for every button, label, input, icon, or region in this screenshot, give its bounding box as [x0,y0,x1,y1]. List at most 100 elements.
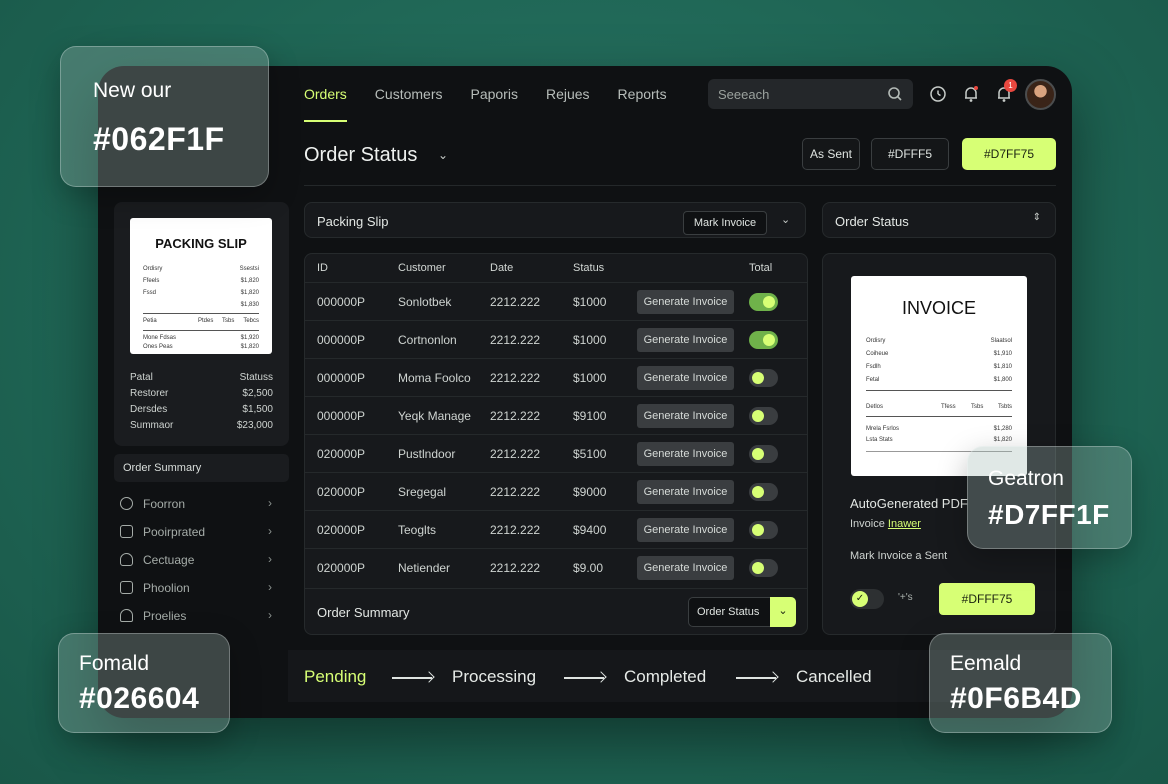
col-header-date[interactable]: Date [490,262,513,274]
order-id: 020000P [317,523,366,537]
table-row[interactable]: 000000P Sonlotbek 2212.222 $1000 Generate In… [305,282,807,320]
sidebar-item-foorron[interactable]: Foorron › [120,496,272,516]
status-step-pending[interactable]: Pending [304,667,366,687]
customer-name: Moma Foolco [398,371,471,385]
mark-sent-label: Mark Invoice a Sent [850,550,948,562]
customer-name: Yeqk Manage [398,409,471,423]
sidebar-item-phoolion[interactable]: Phoolion › [120,580,272,600]
invoice-link[interactable]: Inawer [888,518,921,530]
slip-text: Petia [143,318,157,324]
chevron-down-icon[interactable]: ⌄ [781,213,790,226]
row-toggle[interactable] [749,445,778,463]
order-amount: $9100 [573,409,607,423]
table-row[interactable]: 000000P Moma Foolco 2212.222 $1000 Generate … [305,358,807,396]
table-row[interactable]: 020000P Netiender 2212.222 $9.00 Generate In… [305,548,807,586]
row-toggle[interactable] [749,331,778,349]
order-status-dropdown[interactable]: Order Status ⌄ [688,597,796,627]
order-amount: $5100 [573,447,607,461]
page-title: Order Status [304,144,418,166]
toggle-knob [763,296,775,308]
customer-name: Teoglts [398,523,437,537]
inbox-icon [120,581,133,594]
tab-orders[interactable]: Orders [304,66,347,122]
order-amount: $1000 [573,371,607,385]
generate-invoice-button[interactable]: Generate Invoice [637,404,734,428]
header-divider [304,185,1056,186]
clock-icon[interactable] [928,84,948,104]
generate-invoice-button[interactable]: Generate Invoice [637,480,734,504]
mark-sent-toggle[interactable]: ✓ [850,589,884,609]
chevron-down-icon[interactable]: ⌄ [770,597,796,627]
generate-invoice-button[interactable]: Generate Invoice [637,290,734,314]
invoice-text: $1,280 [993,426,1012,432]
totals-value: $2,500 [242,388,273,399]
totals-value: $1,500 [242,404,273,415]
table-row[interactable]: 020000P Teoglts 2212.222 $9400 Generate Invo… [305,510,807,548]
col-header-total[interactable]: Total [749,262,772,274]
color-swatch-card: New our #062F1F [60,46,269,187]
packing-slip-preview[interactable]: PACKING SLIP Ordisry Ffeels Fssd Ssestsi… [130,218,272,354]
tab-paporis[interactable]: Paporis [470,66,517,122]
swatch-name: Eemald [950,652,1022,675]
col-header-status[interactable]: Status [573,262,604,274]
tab-reports[interactable]: Reports [618,66,667,122]
order-date: 2212.222 [490,295,541,309]
status-step-processing[interactable]: Processing [452,667,536,687]
color-button-1[interactable]: #DFFF5 [871,138,949,170]
notification-badge: 1 [1004,79,1017,92]
bell-icon[interactable] [961,84,981,104]
row-toggle[interactable] [749,559,778,577]
color-button-2[interactable]: #D7FF75 [962,138,1056,170]
slip-text: Mone Fdsas [143,335,177,341]
generate-invoice-button[interactable]: Generate Invoice [637,442,734,466]
slip-text: Ordisry [143,266,163,272]
swatch-name: New our [93,79,172,102]
table-row[interactable]: 020000P Pustlndoor 2212.222 $5100 Generate I… [305,434,807,472]
order-id: 020000P [317,561,366,575]
row-toggle[interactable] [749,369,778,387]
row-toggle[interactable] [749,407,778,425]
order-date: 2212.222 [490,333,541,347]
sidebar-item-proelies[interactable]: Proelies › [120,608,272,628]
sidebar-item-pooirprated[interactable]: Pooirprated › [120,524,272,544]
slip-text: $1,820 [240,278,259,284]
row-toggle[interactable] [749,521,778,539]
table-row[interactable]: 000000P Yeqk Manage 2212.222 $9100 Generate … [305,396,807,434]
mark-invoice-button[interactable]: Mark Invoice [683,211,767,235]
tab-customers[interactable]: Customers [375,66,443,122]
chevron-right-icon: › [268,580,272,594]
status-step-completed[interactable]: Completed [624,667,706,687]
col-header-id[interactable]: ID [317,262,328,274]
toggle-knob [752,486,764,498]
table-row[interactable]: 000000P Cortnonlon 2212.222 $1000 Generate I… [305,320,807,358]
status-step-cancelled[interactable]: Cancelled [796,667,872,687]
invoice-divider [866,390,1012,391]
search-icon[interactable] [887,86,903,102]
slip-text: Ssestsi [239,266,259,272]
color-apply-button[interactable]: #DFFF75 [939,583,1035,615]
slip-text: $1,830 [240,302,259,308]
col-header-customer[interactable]: Customer [398,262,446,274]
avatar[interactable] [1025,79,1056,110]
sidebar-item-cectuage[interactable]: Cectuage › [120,552,272,572]
toggle-knob [752,562,764,574]
generate-invoice-button[interactable]: Generate Invoice [637,366,734,390]
generate-invoice-button[interactable]: Generate Invoice [637,556,734,580]
table-row[interactable]: 020000P Sregegal 2212.222 $9000 Generate Inv… [305,472,807,510]
generate-invoice-button[interactable]: Generate Invoice [637,328,734,352]
order-status-select[interactable]: Order Status ⇕ [822,202,1056,238]
customer-name: Netiender [398,561,451,575]
sidebar-item-label: Phoolion [143,581,190,595]
chevron-down-icon[interactable]: ⌄ [438,148,448,162]
swatch-name: Fomald [79,652,150,675]
totals-row: Patal Statuss [130,372,273,383]
search-input[interactable]: Seeeach [708,79,913,109]
invoice-text: Tfess [941,404,956,410]
sidebar-order-summary[interactable]: Order Summary [114,454,289,482]
row-toggle[interactable] [749,483,778,501]
row-toggle[interactable] [749,293,778,311]
generate-invoice-button[interactable]: Generate Invoice [637,518,734,542]
order-id: 000000P [317,409,366,423]
as-sent-button[interactable]: As Sent [802,138,860,170]
tab-rejues[interactable]: Rejues [546,66,590,122]
